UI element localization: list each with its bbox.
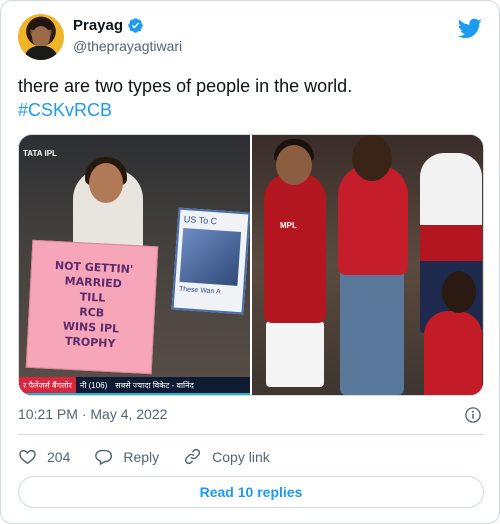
media-image-left[interactable]: TATA IPL US To C These Wan A NOT GETTIN'… — [19, 135, 250, 395]
media-image-right[interactable]: MPL — [252, 135, 483, 395]
like-count: 204 — [47, 448, 71, 465]
fan-sign-small: US To C These Wan A — [171, 207, 250, 315]
fan-sign-pink: NOT GETTIN' MARRIED TILL RCB WINS IPL TR… — [25, 239, 159, 375]
verified-badge-icon — [128, 18, 143, 33]
divider-line — [18, 434, 484, 435]
player-head — [276, 145, 312, 185]
reply-button[interactable]: Reply — [94, 447, 159, 466]
copy-link-button[interactable]: Copy link — [183, 447, 270, 466]
kneeling-woman-head — [442, 271, 476, 313]
avatar[interactable] — [18, 14, 64, 60]
player-shorts — [266, 321, 324, 387]
tweet-card: Prayag @theprayagtiwari there are two ty… — [0, 0, 500, 524]
fan-sign-small-caption: These Wan A — [178, 285, 221, 296]
player-jersey — [264, 173, 326, 323]
jersey-sponsor: MPL — [280, 221, 297, 230]
ticker-accent-line — [19, 393, 250, 395]
hashtag-link[interactable]: #CSKvRCB — [18, 98, 478, 122]
copy-link-label: Copy link — [212, 448, 270, 465]
tweet-timestamp[interactable]: 10:21 PM · May 4, 2022 — [18, 406, 167, 422]
info-icon[interactable] — [464, 406, 482, 424]
author-name-row[interactable]: Prayag — [73, 17, 144, 34]
woman-top — [338, 165, 408, 275]
like-button[interactable]: 204 — [18, 447, 70, 466]
ticker-score: नी (106) — [79, 380, 108, 390]
read-replies-button[interactable]: Read 10 replies — [18, 476, 484, 508]
twitter-bird-icon[interactable] — [458, 16, 482, 40]
ticker-stat: सबसे ज्यादा विकेट - वानिंद — [115, 380, 194, 390]
tweet-text: there are two types of people in the wor… — [18, 76, 353, 96]
reply-label: Reply — [123, 448, 160, 465]
kneeling-woman — [424, 311, 482, 395]
link-icon — [185, 448, 201, 465]
woman-head — [352, 135, 392, 181]
author-display-name[interactable]: Prayag — [73, 17, 123, 34]
ticker-team: र पैलेंजर्स बैंगलोर — [19, 377, 76, 393]
avatar-face — [32, 26, 50, 48]
avatar-shirt — [24, 46, 58, 60]
tweet-actions: 204 Reply Copy link — [18, 447, 294, 466]
author-handle[interactable]: @theprayagtiwari — [73, 38, 182, 54]
fan-woman-head — [89, 163, 123, 203]
broadcast-ticker: र पैलेंजर्स बैंगलोर नी (106) सबसे ज्यादा… — [19, 377, 250, 393]
fan-sign-small-text: US To C — [183, 214, 218, 227]
heart-icon — [19, 449, 36, 465]
tweet-media[interactable]: TATA IPL US To C These Wan A NOT GETTIN'… — [18, 134, 484, 396]
broadcast-logo: TATA IPL — [23, 149, 57, 158]
reply-icon — [95, 449, 113, 466]
fan-sign-photo — [179, 227, 242, 286]
tweet-body: there are two types of people in the wor… — [18, 74, 478, 122]
